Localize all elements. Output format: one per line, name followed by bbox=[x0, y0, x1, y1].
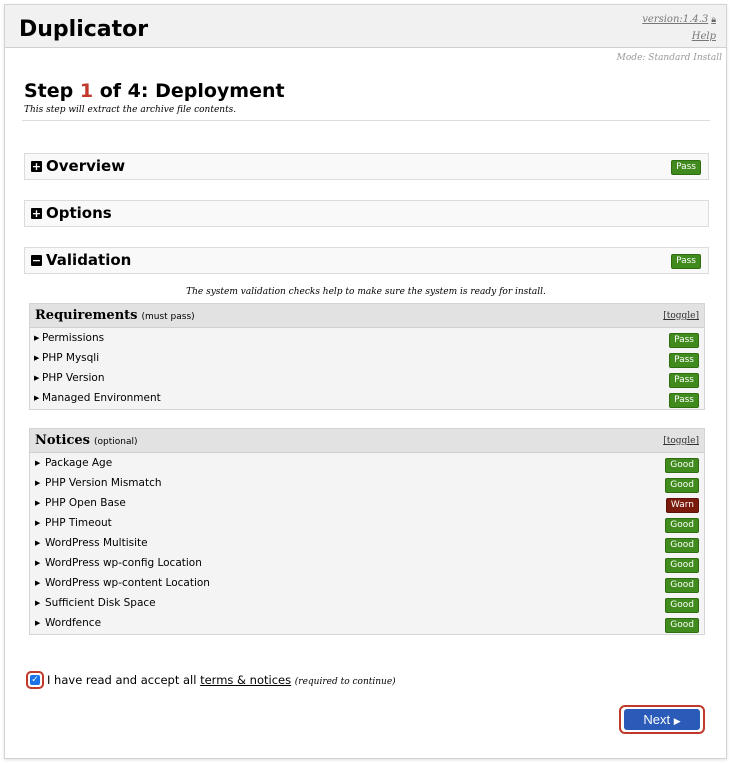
caret-right-icon: ▶ bbox=[35, 479, 41, 487]
expand-icon: + bbox=[31, 207, 42, 220]
item-label: Wordfence bbox=[45, 617, 102, 629]
step-number: 1 bbox=[79, 80, 94, 102]
caret-right-icon: ▶ bbox=[35, 559, 41, 567]
caret-right-icon: ▶ bbox=[34, 334, 40, 342]
list-item[interactable]: ▶ Package Age Good bbox=[30, 454, 704, 474]
divider bbox=[22, 120, 710, 121]
version-link[interactable]: version:1.4.3 🔒︎ bbox=[642, 14, 716, 25]
status-badge: Pass bbox=[669, 393, 699, 408]
status-badge: Good bbox=[665, 558, 699, 573]
section-validation[interactable]: − Validation Pass bbox=[24, 247, 709, 274]
status-badge: Pass bbox=[669, 353, 699, 368]
status-badge: Pass bbox=[669, 333, 699, 348]
list-item[interactable]: ▶ PHP Open Base Warn bbox=[30, 494, 704, 514]
next-button-highlight: Next ▶ bbox=[619, 705, 705, 734]
caret-right-icon: ▶ bbox=[35, 579, 41, 587]
terms-link[interactable]: terms & notices bbox=[200, 673, 291, 687]
item-label: WordPress Multisite bbox=[45, 537, 148, 549]
status-badge: Pass bbox=[669, 373, 699, 388]
caret-right-icon: ▶ bbox=[35, 599, 41, 607]
caret-right-icon: ▶ bbox=[34, 394, 40, 402]
list-item[interactable]: ▶ PHP Timeout Good bbox=[30, 514, 704, 534]
notices-header: Notices (optional) [toggle] bbox=[30, 429, 704, 453]
status-badge: Good bbox=[665, 458, 699, 473]
step-suffix: of 4: Deployment bbox=[93, 80, 285, 102]
caret-right-icon: ▶ bbox=[35, 539, 41, 547]
item-label: PHP Timeout bbox=[45, 517, 112, 529]
notices-title: Notices bbox=[35, 433, 91, 448]
caret-right-icon: ▶ bbox=[35, 619, 41, 627]
item-label: Managed Environment bbox=[42, 392, 161, 404]
caret-right-icon: ▶ bbox=[673, 716, 681, 726]
item-label: PHP Version Mismatch bbox=[45, 477, 162, 489]
item-label: PHP Open Base bbox=[45, 497, 126, 509]
list-item[interactable]: ▶ WordPress wp-content Location Good bbox=[30, 574, 704, 594]
requirements-list: ▶ Permissions Pass ▶ PHP Mysqli Pass ▶ PHP Ve… bbox=[30, 328, 704, 409]
requirements-toggle-link[interactable]: [toggle] bbox=[663, 311, 699, 321]
next-button-label: Next bbox=[643, 712, 671, 727]
section-overview[interactable]: + Overview Pass bbox=[24, 153, 709, 180]
version-label: version:1.4.3 bbox=[642, 14, 709, 25]
status-badge: Pass bbox=[671, 254, 701, 269]
next-button[interactable]: Next ▶ bbox=[624, 709, 700, 730]
list-item[interactable]: ▶ WordPress wp-config Location Good bbox=[30, 554, 704, 574]
step-prefix: Step bbox=[24, 80, 80, 102]
brand-title: Duplicator bbox=[19, 17, 149, 42]
required-note: (required to continue) bbox=[294, 677, 396, 687]
item-label: PHP Version bbox=[42, 372, 105, 384]
page-title: Step 1 of 4: Deployment bbox=[24, 80, 285, 102]
status-badge: Pass bbox=[671, 160, 701, 175]
requirements-title: Requirements bbox=[35, 308, 138, 323]
requirements-header: Requirements (must pass) [toggle] bbox=[30, 304, 704, 328]
status-badge: Good bbox=[665, 598, 699, 613]
list-item[interactable]: ▶ Managed Environment Pass bbox=[30, 389, 704, 409]
list-item[interactable]: ▶ PHP Version Pass bbox=[30, 369, 704, 389]
caret-right-icon: ▶ bbox=[35, 519, 41, 527]
list-item[interactable]: ▶ PHP Mysqli Pass bbox=[30, 349, 704, 369]
status-badge: Good bbox=[665, 578, 699, 593]
section-options-title: Options bbox=[46, 204, 112, 222]
install-mode: Mode: Standard Install bbox=[616, 53, 722, 63]
caret-right-icon: ▶ bbox=[35, 459, 41, 467]
caret-right-icon: ▶ bbox=[35, 499, 41, 507]
app-header: Duplicator version:1.4.3 🔒︎ Help bbox=[5, 5, 726, 48]
section-overview-title: Overview bbox=[46, 157, 126, 175]
accept-checkbox[interactable]: ✓ bbox=[26, 671, 44, 689]
collapse-icon: − bbox=[31, 254, 42, 267]
list-item[interactable]: ▶ Wordfence Good bbox=[30, 614, 704, 634]
item-label: Package Age bbox=[45, 457, 113, 469]
lock-icon: 🔒︎ bbox=[711, 15, 716, 25]
caret-right-icon: ▶ bbox=[34, 354, 40, 362]
notices-list: ▶ Package Age Good ▶ PHP Version Mismatch Go… bbox=[30, 453, 704, 634]
status-badge: Good bbox=[665, 518, 699, 533]
list-item[interactable]: ▶ PHP Version Mismatch Good bbox=[30, 474, 704, 494]
help-link[interactable]: Help bbox=[692, 31, 716, 42]
expand-icon: + bbox=[31, 160, 42, 173]
requirements-panel: Requirements (must pass) [toggle] ▶ Permis… bbox=[29, 303, 705, 410]
status-badge: Good bbox=[665, 618, 699, 633]
item-label: WordPress wp-content Location bbox=[45, 577, 210, 589]
item-label: Sufficient Disk Space bbox=[45, 597, 156, 609]
requirements-hint: (must pass) bbox=[141, 312, 195, 322]
notices-panel: Notices (optional) [toggle] ▶ Package Age G… bbox=[29, 428, 705, 635]
list-item[interactable]: ▶ WordPress Multisite Good bbox=[30, 534, 704, 554]
checkmark-icon: ✓ bbox=[30, 675, 40, 685]
notices-toggle-link[interactable]: [toggle] bbox=[663, 436, 699, 446]
accept-text: I have read and accept all bbox=[47, 673, 201, 687]
list-item[interactable]: ▶ Sufficient Disk Space Good bbox=[30, 594, 704, 614]
status-badge: Good bbox=[665, 478, 699, 493]
item-label: PHP Mysqli bbox=[42, 352, 100, 364]
step-subtitle: This step will extract the archive file … bbox=[24, 105, 237, 115]
notices-hint: (optional) bbox=[94, 437, 138, 447]
list-item[interactable]: ▶ Permissions Pass bbox=[30, 329, 704, 349]
item-label: Permissions bbox=[42, 332, 105, 344]
section-options[interactable]: + Options bbox=[24, 200, 709, 227]
caret-right-icon: ▶ bbox=[34, 374, 40, 382]
item-label: WordPress wp-config Location bbox=[45, 557, 202, 569]
section-validation-title: Validation bbox=[46, 251, 132, 269]
validation-note: The system validation checks help to mak… bbox=[186, 287, 546, 297]
status-badge: Warn bbox=[665, 498, 699, 513]
status-badge: Good bbox=[665, 538, 699, 553]
accept-label: I have read and accept all terms & notic… bbox=[47, 673, 396, 687]
